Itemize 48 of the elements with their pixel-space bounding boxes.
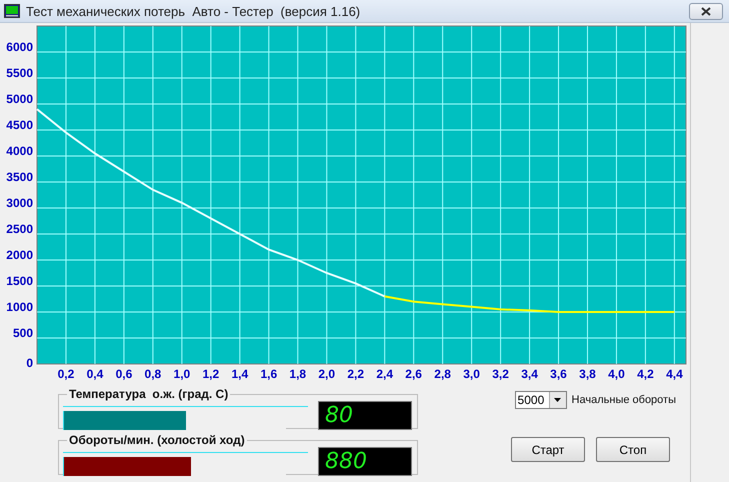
y-axis-label: 6000 [6, 40, 33, 54]
x-axis-label: 3,6 [550, 367, 567, 381]
x-axis-label: 2,0 [318, 367, 336, 381]
window-title: Тест механических потерь Авто - Тестер (версия 1.16) [26, 4, 362, 18]
x-axis-label: 4,0 [608, 367, 625, 381]
x-axis-label: 3,2 [492, 367, 509, 381]
stop-button[interactable]: Стоп [596, 437, 670, 462]
y-axis-label: 0 [26, 356, 33, 370]
y-axis-label: 4500 [6, 118, 33, 132]
gauge-label: Обороты/мин. (холостой ход) [68, 433, 246, 447]
x-axis-label: 0,4 [86, 367, 104, 381]
y-axis-label: 1500 [6, 274, 33, 288]
x-axis-label: 1,4 [231, 367, 248, 381]
x-axis-label: 1,8 [289, 367, 306, 381]
x-axis-label: 1,6 [260, 367, 278, 381]
y-axis-label: 5500 [6, 66, 33, 80]
caret-icon [554, 398, 562, 402]
y-axis-label: 5000 [6, 92, 33, 106]
x-axis-label: 3,8 [579, 367, 596, 381]
x-axis-label: 2,4 [376, 367, 394, 381]
x-axis-label: 1,2 [202, 367, 220, 381]
start-button[interactable]: Старт [511, 437, 585, 462]
y-axis-label: 3000 [6, 196, 33, 210]
dropdown-label: Начальные обороты [572, 394, 676, 406]
digital-readout: 880 [318, 447, 412, 476]
x-axis-label: 0,8 [144, 367, 162, 381]
x-axis-label: 3,4 [521, 367, 538, 381]
y-axis-label: 1000 [6, 300, 33, 314]
y-axis-label: 3500 [6, 170, 33, 184]
y-axis-label: 2500 [6, 222, 33, 236]
close-button[interactable] [689, 2, 723, 20]
x-axis-label: 4,4 [666, 367, 683, 381]
x-axis-label: 2,8 [434, 367, 451, 381]
x-axis-label: 2,6 [405, 367, 422, 381]
gauge-label: Температура о.ж. (град. С) [68, 387, 230, 401]
x-axis-label: 3,0 [463, 367, 480, 381]
y-axis-label: 4000 [6, 144, 33, 158]
app-icon [4, 4, 20, 18]
close-icon [701, 6, 711, 16]
x-axis-label: 0,6 [116, 367, 132, 381]
x-axis-label: 1,0 [174, 367, 190, 381]
x-axis-label: 2,2 [347, 367, 364, 381]
y-axis-label: 2000 [6, 248, 33, 262]
y-axis-label: 500 [12, 326, 33, 340]
digital-readout: 80 [318, 401, 412, 430]
rpm-dropdown[interactable]: 5000 [514, 391, 567, 409]
x-axis-label: 4,2 [637, 367, 654, 381]
x-axis-label: 0,2 [58, 367, 74, 381]
